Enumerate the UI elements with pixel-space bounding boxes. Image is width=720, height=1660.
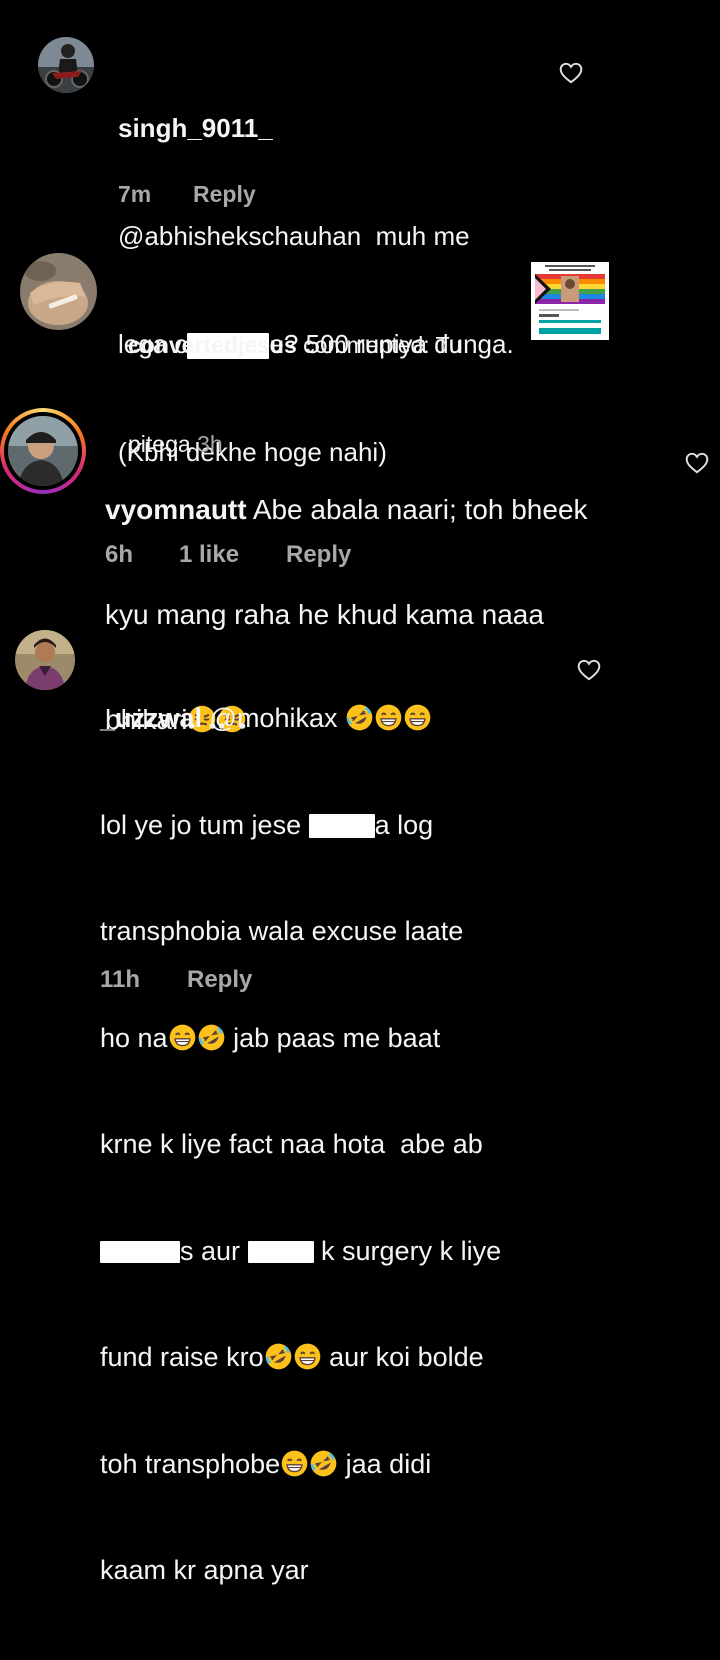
grinning-emoji-icon: [375, 704, 402, 731]
motorcycle-rider-avatar-icon: [38, 37, 94, 93]
likes-count[interactable]: 1 like: [179, 541, 239, 569]
comment-convertedjesus: convertedjesus commented: Tu pitega 3h: [0, 230, 720, 457]
avatar-story-ring[interactable]: [0, 408, 86, 494]
username[interactable]: singh_9011_: [118, 113, 273, 143]
timestamp: 7m: [118, 181, 152, 207]
comment-action: commented: Tu: [296, 332, 462, 358]
comment-singh: singh_9011_ @abhishekschauhan muh me leg…: [0, 0, 720, 467]
avatar[interactable]: [38, 37, 94, 93]
username[interactable]: vyomnautt: [105, 494, 247, 525]
grinning-emoji-icon: [404, 704, 431, 731]
rofl-emoji-icon: [198, 1024, 225, 1051]
redaction-box: [247, 1241, 314, 1264]
post-thumbnail[interactable]: [531, 262, 609, 340]
comment-uzzwal: _uzzwal @mohikax lol ye jo tum jese a lo…: [0, 610, 720, 1585]
username[interactable]: _uzzwal: [100, 703, 202, 733]
comment-vyomnautt: vyomnautt Abe abala naari; toh bheek kyu…: [0, 390, 720, 735]
comment-line: kaam kr apna yar: [100, 1555, 309, 1585]
like-heart-icon[interactable]: [576, 657, 602, 683]
rofl-emoji-icon: [310, 1450, 337, 1477]
like-heart-icon[interactable]: [558, 60, 584, 86]
redaction-box: [308, 814, 375, 839]
avatar[interactable]: [15, 630, 75, 690]
hand-avatar-icon: [20, 253, 97, 330]
avatar[interactable]: [20, 253, 97, 330]
man-with-cap-avatar-icon: [8, 416, 78, 486]
comment-line: Abe abala naari; toh bheek: [246, 494, 588, 525]
mention-link[interactable]: @mohikax: [202, 703, 338, 733]
comment-line: krne k liye fact naa hota abe ab: [100, 1129, 483, 1159]
comment-text: _uzzwal @mohikax lol ye jo tum jese a lo…: [100, 630, 640, 1660]
comment-line: transphobia wala excuse laate: [100, 916, 464, 946]
reply-button[interactable]: Reply: [193, 181, 256, 208]
reply-button[interactable]: Reply: [286, 541, 351, 569]
timestamp: 6h: [105, 541, 134, 568]
fundraiser-thumbnail-icon: [531, 262, 609, 340]
grinning-emoji-icon: [169, 1024, 196, 1051]
timestamp: 11h: [100, 966, 141, 993]
young-man-avatar-icon: [15, 630, 75, 690]
like-heart-icon[interactable]: [684, 450, 710, 476]
grinning-emoji-icon: [294, 1343, 321, 1370]
reply-button[interactable]: Reply: [187, 966, 252, 994]
username[interactable]: convertedjesus: [128, 332, 297, 358]
rofl-emoji-icon: [265, 1343, 292, 1370]
grinning-emoji-icon: [281, 1450, 308, 1477]
rofl-emoji-icon: [346, 704, 373, 731]
redaction-box: [100, 1241, 180, 1264]
